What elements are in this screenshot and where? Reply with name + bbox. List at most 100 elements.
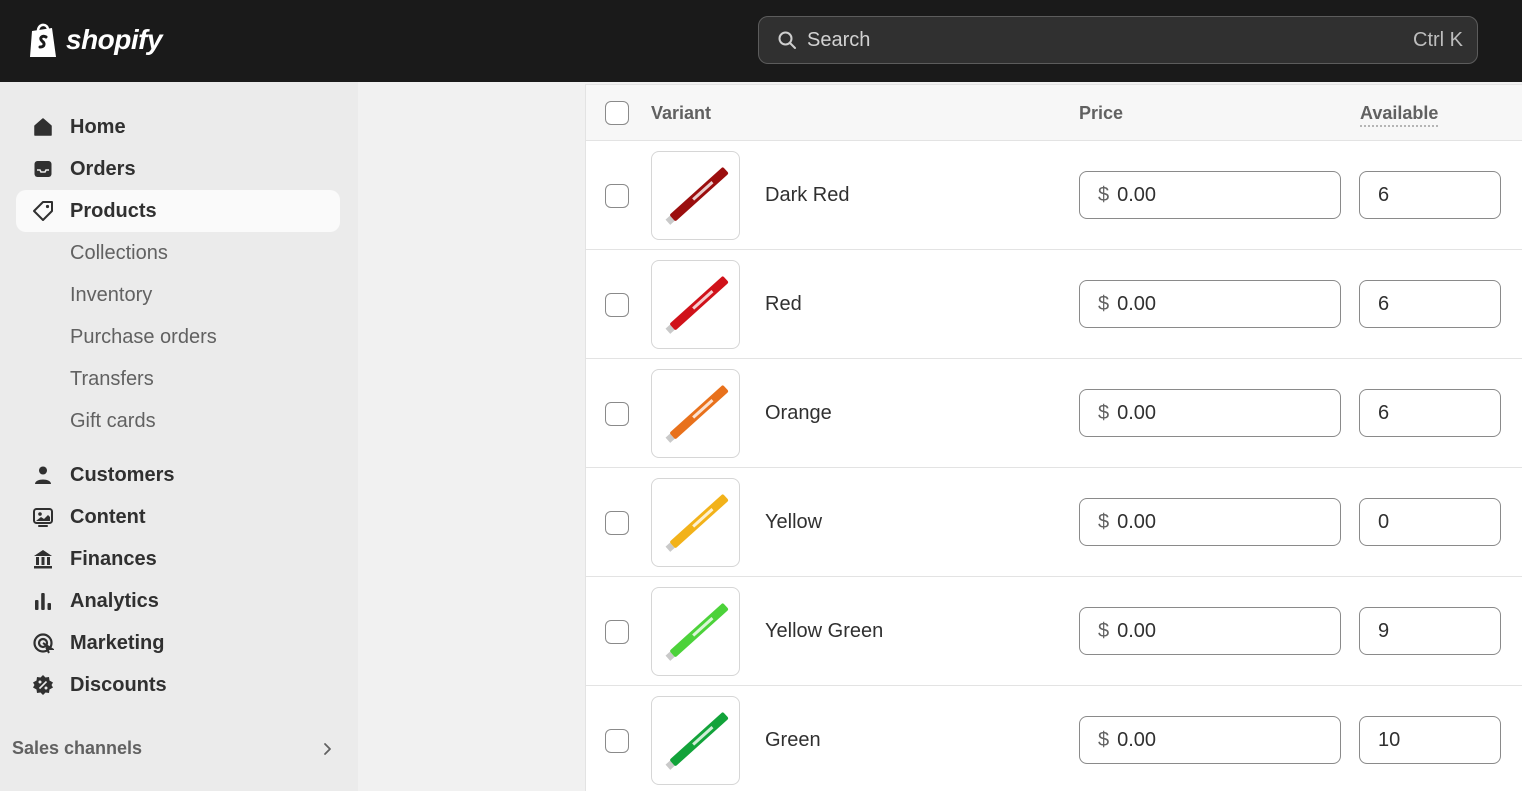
sidebar-subitem-purchase-orders[interactable]: Purchase orders [16, 316, 340, 358]
column-header-available[interactable]: Available [1360, 103, 1439, 127]
sidebar-nav: Home Orders Products Collections Invento… [16, 106, 340, 706]
row-checkbox[interactable] [605, 511, 629, 535]
price-value: 0.00 [1117, 401, 1157, 424]
available-value: 6 [1378, 401, 1390, 424]
sidebar-item-marketing[interactable]: Marketing [16, 622, 340, 664]
sidebar: Home Orders Products Collections Invento… [0, 82, 358, 791]
variant-name[interactable]: Yellow Green [765, 620, 883, 643]
currency-symbol: $ [1098, 292, 1110, 315]
price-value: 0.00 [1117, 510, 1157, 533]
available-value: 10 [1378, 728, 1401, 751]
sidebar-subitem-transfers[interactable]: Transfers [16, 358, 340, 400]
row-checkbox[interactable] [605, 620, 629, 644]
table-row[interactable]: Orange $0.00 6 [586, 359, 1522, 468]
variant-thumbnail[interactable] [651, 696, 740, 785]
sidebar-item-products[interactable]: Products [16, 190, 340, 232]
variant-thumbnail[interactable] [651, 260, 740, 349]
sidebar-item-content[interactable]: Content [16, 496, 340, 538]
search-shortcut: Ctrl K [1413, 28, 1463, 51]
currency-symbol: $ [1098, 510, 1110, 533]
currency-symbol: $ [1098, 619, 1110, 642]
chevron-right-icon[interactable] [320, 742, 334, 756]
price-value: 0.00 [1117, 292, 1157, 315]
available-input[interactable]: 6 [1359, 280, 1501, 328]
bar-chart-icon [32, 590, 54, 612]
table-row[interactable]: Yellow $0.00 0 [586, 468, 1522, 577]
variant-thumbnail[interactable] [651, 478, 740, 567]
home-icon [32, 116, 54, 138]
column-header-variant[interactable]: Variant [651, 103, 711, 124]
sidebar-item-label: Orders [70, 157, 136, 180]
price-input[interactable]: $0.00 [1079, 171, 1341, 219]
variant-name[interactable]: Red [765, 293, 802, 316]
sidebar-item-label: Home [70, 115, 126, 138]
price-input[interactable]: $0.00 [1079, 716, 1341, 764]
price-input[interactable]: $0.00 [1079, 498, 1341, 546]
sidebar-item-label: Products [70, 199, 157, 222]
brand-name: shopify [66, 24, 163, 55]
variant-name[interactable]: Dark Red [765, 184, 849, 207]
available-value: 6 [1378, 183, 1390, 206]
variant-thumbnail[interactable] [651, 369, 740, 458]
price-value: 0.00 [1117, 728, 1157, 751]
search-icon [778, 31, 796, 49]
bank-icon [32, 548, 54, 570]
search-bar[interactable]: Search Ctrl K [758, 16, 1478, 64]
sidebar-item-label: Analytics [70, 589, 159, 612]
sidebar-item-customers[interactable]: Customers [16, 454, 340, 496]
sidebar-item-discounts[interactable]: Discounts [16, 664, 340, 706]
sidebar-item-label: Marketing [70, 631, 165, 654]
available-input[interactable]: 6 [1359, 171, 1501, 219]
table-row[interactable]: Green $0.00 10 [586, 686, 1522, 791]
sidebar-subitem-collections[interactable]: Collections [16, 232, 340, 274]
sidebar-item-orders[interactable]: Orders [16, 148, 340, 190]
price-value: 0.00 [1117, 619, 1157, 642]
person-icon [32, 464, 54, 486]
shopify-logo[interactable]: shopify [28, 21, 163, 59]
currency-symbol: $ [1098, 728, 1110, 751]
sidebar-item-label: Content [70, 505, 146, 528]
sidebar-item-home[interactable]: Home [16, 106, 340, 148]
price-input[interactable]: $0.00 [1079, 607, 1341, 655]
variant-name[interactable]: Green [765, 729, 821, 752]
price-input[interactable]: $0.00 [1079, 389, 1341, 437]
target-icon [32, 632, 54, 654]
sidebar-item-label: Finances [70, 547, 157, 570]
select-all-checkbox[interactable] [605, 101, 629, 125]
search-placeholder: Search [807, 28, 871, 51]
row-checkbox[interactable] [605, 402, 629, 426]
variant-name[interactable]: Yellow [765, 511, 822, 534]
inbox-icon [32, 158, 54, 180]
table-row[interactable]: Yellow Green $0.00 9 [586, 577, 1522, 686]
sidebar-item-analytics[interactable]: Analytics [16, 580, 340, 622]
sidebar-subitem-gift-cards[interactable]: Gift cards [16, 400, 340, 442]
row-checkbox[interactable] [605, 293, 629, 317]
sales-channels-section[interactable]: Sales channels [12, 738, 334, 759]
sidebar-item-label: Customers [70, 463, 175, 486]
shopify-bag-icon [30, 23, 56, 57]
sidebar-item-finances[interactable]: Finances [16, 538, 340, 580]
variant-name[interactable]: Orange [765, 402, 832, 425]
sidebar-subitem-inventory[interactable]: Inventory [16, 274, 340, 316]
tag-icon [32, 200, 54, 222]
price-input[interactable]: $0.00 [1079, 280, 1341, 328]
image-icon [32, 506, 54, 528]
price-value: 0.00 [1117, 183, 1157, 206]
available-input[interactable]: 0 [1359, 498, 1501, 546]
column-header-price[interactable]: Price [1079, 103, 1123, 124]
available-value: 0 [1378, 510, 1390, 533]
row-checkbox[interactable] [605, 184, 629, 208]
available-input[interactable]: 9 [1359, 607, 1501, 655]
currency-symbol: $ [1098, 401, 1110, 424]
sales-channels-label: Sales channels [12, 738, 143, 758]
currency-symbol: $ [1098, 183, 1110, 206]
row-checkbox[interactable] [605, 729, 629, 753]
variant-thumbnail[interactable] [651, 587, 740, 676]
sidebar-item-label: Discounts [70, 673, 167, 696]
variant-thumbnail[interactable] [651, 151, 740, 240]
table-row[interactable]: Dark Red $0.00 6 [586, 141, 1522, 250]
table-row[interactable]: Red $0.00 6 [586, 250, 1522, 359]
available-input[interactable]: 6 [1359, 389, 1501, 437]
available-input[interactable]: 10 [1359, 716, 1501, 764]
variants-table: Variant Price Available Dark Red $0.00 6… [585, 84, 1522, 791]
